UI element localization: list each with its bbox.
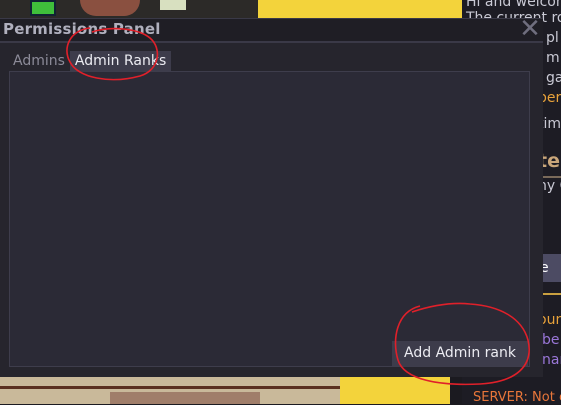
window-titlebar[interactable]: Permissions Panel ✕	[0, 16, 543, 43]
add-admin-rank-button[interactable]: Add Admin rank	[392, 341, 528, 366]
server-message: SERVER: Not c	[473, 390, 561, 405]
world-tile	[0, 386, 340, 389]
window-title: Permissions Panel	[3, 20, 161, 38]
chat-divider	[542, 176, 561, 178]
admin-ranks-list	[9, 71, 530, 367]
permissions-panel-window: Permissions Panel ✕ Admins Admin Ranks A…	[0, 16, 543, 377]
chat-line: be	[542, 332, 560, 348]
world-tile	[258, 0, 462, 18]
tab-admin-ranks[interactable]: Admin Ranks	[69, 51, 172, 71]
close-icon[interactable]: ✕	[518, 16, 542, 42]
chat-divider	[542, 293, 561, 295]
world-sprite	[160, 0, 186, 10]
world-sprite	[80, 0, 140, 16]
world-tile	[110, 392, 260, 404]
chat-line: Hi and welcom	[466, 0, 561, 10]
world-tile	[340, 376, 450, 404]
tab-bar: Admins Admin Ranks	[8, 51, 172, 71]
chat-line: nar	[542, 352, 561, 368]
tab-admins[interactable]: Admins	[8, 51, 70, 71]
world-sprite	[30, 0, 56, 16]
